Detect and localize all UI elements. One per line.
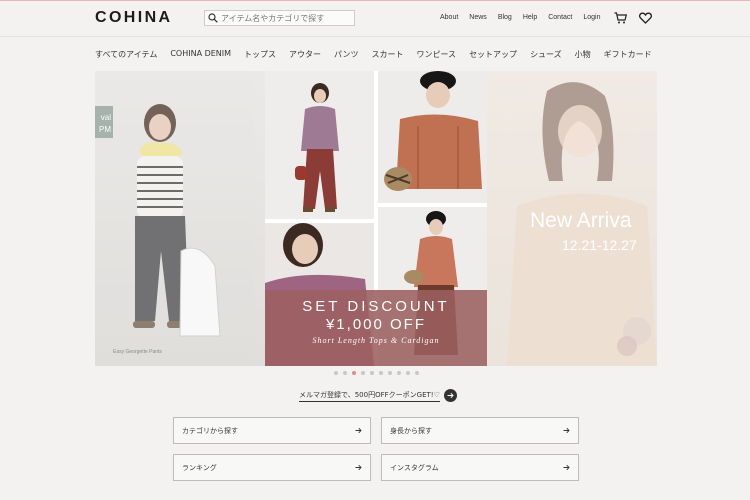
- ranking-label: ランキング: [182, 463, 217, 472]
- cat-all[interactable]: すべてのアイテム: [95, 49, 157, 60]
- pagination-dot[interactable]: [388, 371, 392, 375]
- new-arrival-title: New Arriva: [530, 209, 632, 232]
- browse-by-height-label: 身長から探す: [390, 426, 432, 435]
- cat-pants[interactable]: パンツ: [334, 49, 358, 60]
- search-icon: [208, 13, 218, 23]
- instagram-button[interactable]: インスタグラム: [381, 454, 579, 481]
- browse-by-category-button[interactable]: カテゴリから探す: [173, 417, 371, 444]
- cat-shoes[interactable]: シューズ: [530, 49, 562, 60]
- promo-title: SET DISCOUNT: [302, 298, 450, 315]
- pagination-dot[interactable]: [352, 371, 356, 375]
- nav-news[interactable]: News: [469, 14, 487, 21]
- category-nav: すべてのアイテム COHINA DENIM トップス アウター パンツ スカート…: [95, 49, 665, 60]
- arrow-right-icon: [447, 392, 454, 399]
- nav-login[interactable]: Login: [583, 14, 600, 21]
- model-photo-1: [295, 83, 339, 212]
- photo-tile-1: [265, 71, 374, 219]
- search-input[interactable]: [221, 13, 351, 23]
- pagination-dot[interactable]: [370, 371, 374, 375]
- arrow-right-icon: [355, 464, 362, 471]
- cart-icon[interactable]: [614, 12, 627, 24]
- cat-setup[interactable]: セットアップ: [469, 49, 517, 60]
- slide-previous[interactable]: val PM Easy Georgette Pants: [95, 71, 265, 366]
- newsletter-cta[interactable]: メルマガ登録で、500円OFFクーポンGET!♡: [299, 389, 457, 402]
- nav-help[interactable]: Help: [523, 14, 537, 21]
- hero-carousel[interactable]: val PM Easy Georgette Pants SET DISCOUNT…: [95, 71, 657, 366]
- cat-accessories[interactable]: 小物: [575, 49, 591, 60]
- slide-current[interactable]: SET DISCOUNT ¥1,000 OFF Short Length Top…: [265, 71, 487, 366]
- new-arrival-date: 12.21-12.27: [562, 237, 637, 253]
- arrow-right-icon: [563, 427, 570, 434]
- ranking-button[interactable]: ランキング: [173, 454, 371, 481]
- promo-discount: ¥1,000 OFF: [325, 316, 427, 333]
- pagination-dot[interactable]: [415, 371, 419, 375]
- carousel-pagination: [334, 371, 419, 375]
- heart-icon[interactable]: [639, 12, 652, 24]
- nav-blog[interactable]: Blog: [498, 14, 512, 21]
- newsletter-arrow-button[interactable]: [443, 389, 457, 402]
- badge-label: val PM: [99, 113, 111, 134]
- pagination-dot[interactable]: [343, 371, 347, 375]
- photo-tile-2: [378, 71, 487, 203]
- nav-about[interactable]: About: [440, 14, 458, 21]
- slide-caption-left: Easy Georgette Pants: [113, 349, 162, 355]
- header-icons: [614, 12, 652, 24]
- cat-skirt[interactable]: スカート: [371, 49, 403, 60]
- arrow-right-icon: [563, 464, 570, 471]
- pagination-dot[interactable]: [397, 371, 401, 375]
- promo-subtitle: Short Length Tops & Cardigan: [312, 336, 440, 345]
- header: COHINA About News Blog Help Contact Logi…: [0, 1, 750, 37]
- pagination-dot[interactable]: [334, 371, 338, 375]
- model-photo-left: [133, 104, 221, 337]
- cat-onepiece[interactable]: ワンピース: [416, 49, 456, 60]
- cat-giftcard[interactable]: ギフトカード: [604, 49, 652, 60]
- model-photo-2: [384, 71, 482, 191]
- badge-new-arrival: val PM: [95, 106, 113, 138]
- cat-denim[interactable]: COHINA DENIM: [170, 49, 231, 60]
- pagination-dot[interactable]: [379, 371, 383, 375]
- arrow-right-icon: [355, 427, 362, 434]
- instagram-label: インスタグラム: [390, 463, 439, 472]
- logo[interactable]: COHINA: [95, 9, 173, 27]
- cat-outer[interactable]: アウター: [289, 49, 321, 60]
- promo-overlay[interactable]: SET DISCOUNT ¥1,000 OFF Short Length Top…: [265, 290, 487, 366]
- search-box[interactable]: [204, 10, 355, 26]
- pagination-dot[interactable]: [361, 371, 365, 375]
- header-nav: About News Blog Help Contact Login: [440, 14, 612, 21]
- browse-by-height-button[interactable]: 身長から探す: [381, 417, 579, 444]
- nav-contact[interactable]: Contact: [548, 14, 572, 21]
- pagination-dot[interactable]: [406, 371, 410, 375]
- newsletter-text[interactable]: メルマガ登録で、500円OFFクーポンGET!♡: [299, 390, 440, 402]
- cat-tops[interactable]: トップス: [244, 49, 276, 60]
- browse-by-category-label: カテゴリから探す: [182, 426, 238, 435]
